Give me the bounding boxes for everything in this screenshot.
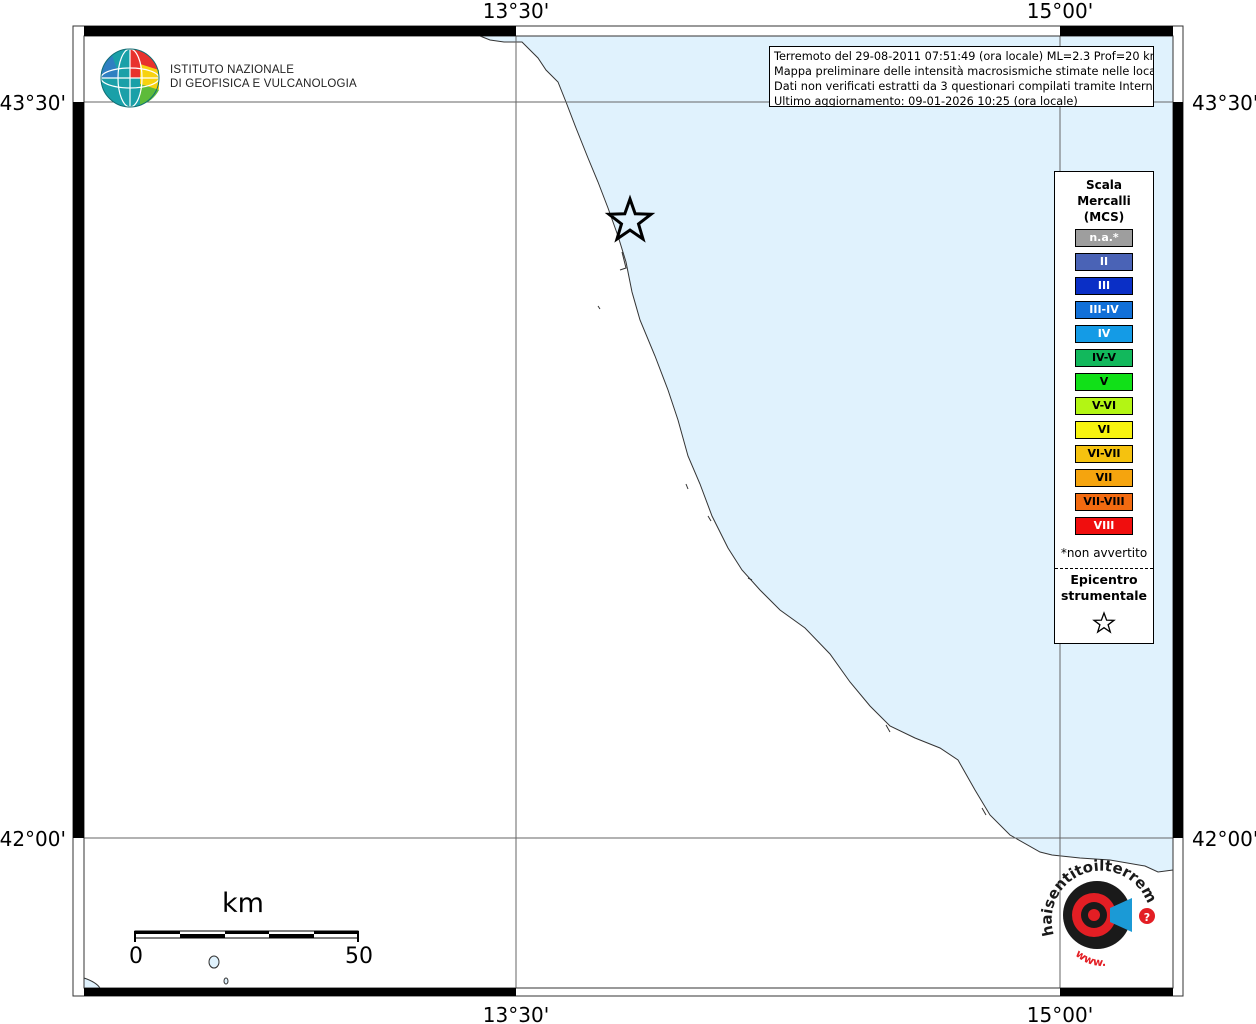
lon-label-top-1330: 13°30' xyxy=(483,0,549,23)
legend-item: II xyxy=(1075,253,1133,271)
legend-item: VI-VII xyxy=(1075,445,1133,463)
legend-item: VII xyxy=(1075,469,1133,487)
legend-title-line-3: (MCS) xyxy=(1083,210,1125,224)
legend-item: VII-VIII xyxy=(1075,493,1133,511)
scale-bar xyxy=(134,930,359,942)
legend-item: IV xyxy=(1075,325,1133,343)
scale-max-label: 50 xyxy=(345,944,373,969)
legend-item: n.a.* xyxy=(1075,229,1133,247)
lon-label-bottom-1500: 15°00' xyxy=(1027,1003,1093,1024)
island xyxy=(223,977,229,985)
lat-label-left-4330: 43°30' xyxy=(0,91,66,115)
ingv-logo-text: ISTITUTO NAZIONALE DI GEOFISICA E VULCAN… xyxy=(170,63,357,91)
legend-title-line-2: Mercalli xyxy=(1077,194,1131,208)
legend-title-line-1: Scala xyxy=(1085,178,1123,192)
legend-item: III-IV xyxy=(1075,301,1133,319)
ingv-logo-globe-icon xyxy=(100,48,160,108)
legend-title: Scala Mercalli (MCS) xyxy=(1055,177,1153,225)
scale-unit-label: km xyxy=(222,888,264,919)
legend-divider xyxy=(1055,568,1153,569)
lat-label-left-4200: 42°00' xyxy=(0,827,66,851)
lon-label-bottom-1330: 13°30' xyxy=(483,1003,549,1024)
legend-epicenter-line-1: Epicentro xyxy=(1070,572,1138,587)
info-line-2: Mappa preliminare delle intensità macros… xyxy=(774,65,1154,78)
lon-label-top-1500: 15°00' xyxy=(1027,0,1093,23)
legend-item: V-VI xyxy=(1075,397,1133,415)
svg-text:?: ? xyxy=(1144,911,1150,924)
info-line-3: Dati non verificati estratti da 3 questi… xyxy=(774,80,1154,93)
legend-epicenter-label: Epicentro strumentale xyxy=(1055,572,1153,604)
info-line-4: Ultimo aggiornamento: 09-01-2026 10:25 (… xyxy=(774,95,1078,107)
logo-line-1: ISTITUTO NAZIONALE xyxy=(170,64,295,76)
event-info-box: Terremoto del 29-08-2011 07:51:49 (ora l… xyxy=(769,46,1154,107)
legend-item: IV-V xyxy=(1075,349,1133,367)
logo-line-2: DI GEOFISICA E VULCANOLOGIA xyxy=(170,78,357,90)
legend-epicenter-line-2: strumentale xyxy=(1060,588,1148,603)
legend-item: VIII xyxy=(1075,517,1133,535)
scale-min-label: 0 xyxy=(129,944,143,969)
legend-item: III xyxy=(1075,277,1133,295)
legend-note: *non avvertito xyxy=(1060,546,1148,560)
legend-item: V xyxy=(1075,373,1133,391)
legend-item: VI xyxy=(1075,421,1133,439)
island xyxy=(208,955,220,969)
mcs-legend: Scala Mercalli (MCS) n.a.* II III III-IV IV I… xyxy=(1054,171,1154,644)
corner-water xyxy=(83,977,101,989)
lat-label-right-4200: 42°00' xyxy=(1192,827,1256,851)
lat-label-right-4330: 43°30' xyxy=(1192,91,1256,115)
info-line-1: Terremoto del 29-08-2011 07:51:49 (ora l… xyxy=(774,50,1154,63)
legend-star-icon xyxy=(1092,611,1116,634)
badge-www-text: www. xyxy=(1073,947,1106,969)
